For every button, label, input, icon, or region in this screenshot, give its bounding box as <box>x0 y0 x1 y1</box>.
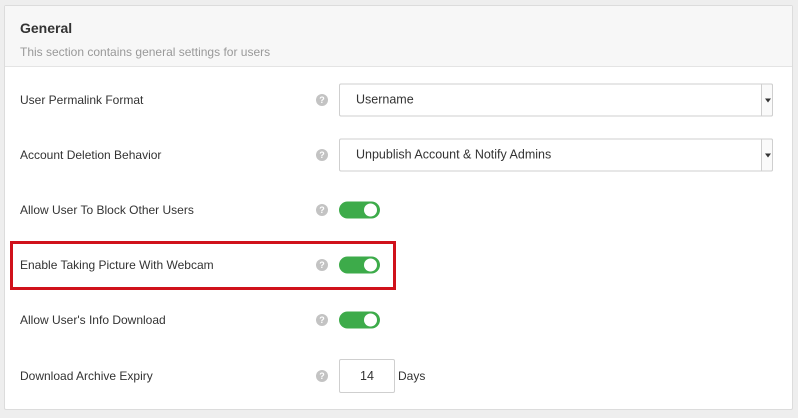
question-circle-icon[interactable]: ? <box>316 313 328 326</box>
select-value: Unpublish Account & Notify Admins <box>356 147 552 161</box>
highlight-box <box>10 241 396 290</box>
toggle-knob <box>364 203 377 216</box>
setting-label: Allow User To Block Other Users <box>20 202 194 217</box>
permalink-format-select[interactable]: Username <box>339 83 773 116</box>
question-circle-icon[interactable]: ? <box>316 203 328 216</box>
setting-label: Download Archive Expiry <box>20 368 153 383</box>
panel-header: General This section contains general se… <box>5 6 792 67</box>
setting-row-info-download: Allow User's Info Download ? <box>0 292 798 347</box>
toggle-knob <box>364 313 377 326</box>
setting-label: Account Deletion Behavior <box>20 147 162 162</box>
setting-row-account-deletion: Account Deletion Behavior ? Unpublish Ac… <box>0 127 798 182</box>
setting-label: User Permalink Format <box>20 92 144 107</box>
info-download-toggle[interactable] <box>339 311 380 328</box>
select-value: Username <box>356 92 414 106</box>
chevron-down-icon[interactable] <box>761 83 773 116</box>
question-circle-icon[interactable]: ? <box>316 369 328 382</box>
setting-row-block-users: Allow User To Block Other Users ? <box>0 182 798 237</box>
archive-expiry-input[interactable]: 14 <box>339 358 395 393</box>
setting-label: Allow User's Info Download <box>20 312 166 327</box>
section-description: This section contains general settings f… <box>20 45 271 59</box>
question-circle-icon[interactable]: ? <box>316 148 328 161</box>
account-deletion-select[interactable]: Unpublish Account & Notify Admins <box>339 138 773 171</box>
setting-row-permalink-format: User Permalink Format ? Username <box>0 72 798 127</box>
section-title: General <box>20 20 73 36</box>
archive-expiry-unit: Days <box>398 368 426 383</box>
question-circle-icon[interactable]: ? <box>316 93 328 106</box>
block-users-toggle[interactable] <box>339 201 380 218</box>
setting-row-archive-expiry: Download Archive Expiry ? 14 Days <box>0 348 798 403</box>
chevron-down-icon[interactable] <box>761 138 773 171</box>
